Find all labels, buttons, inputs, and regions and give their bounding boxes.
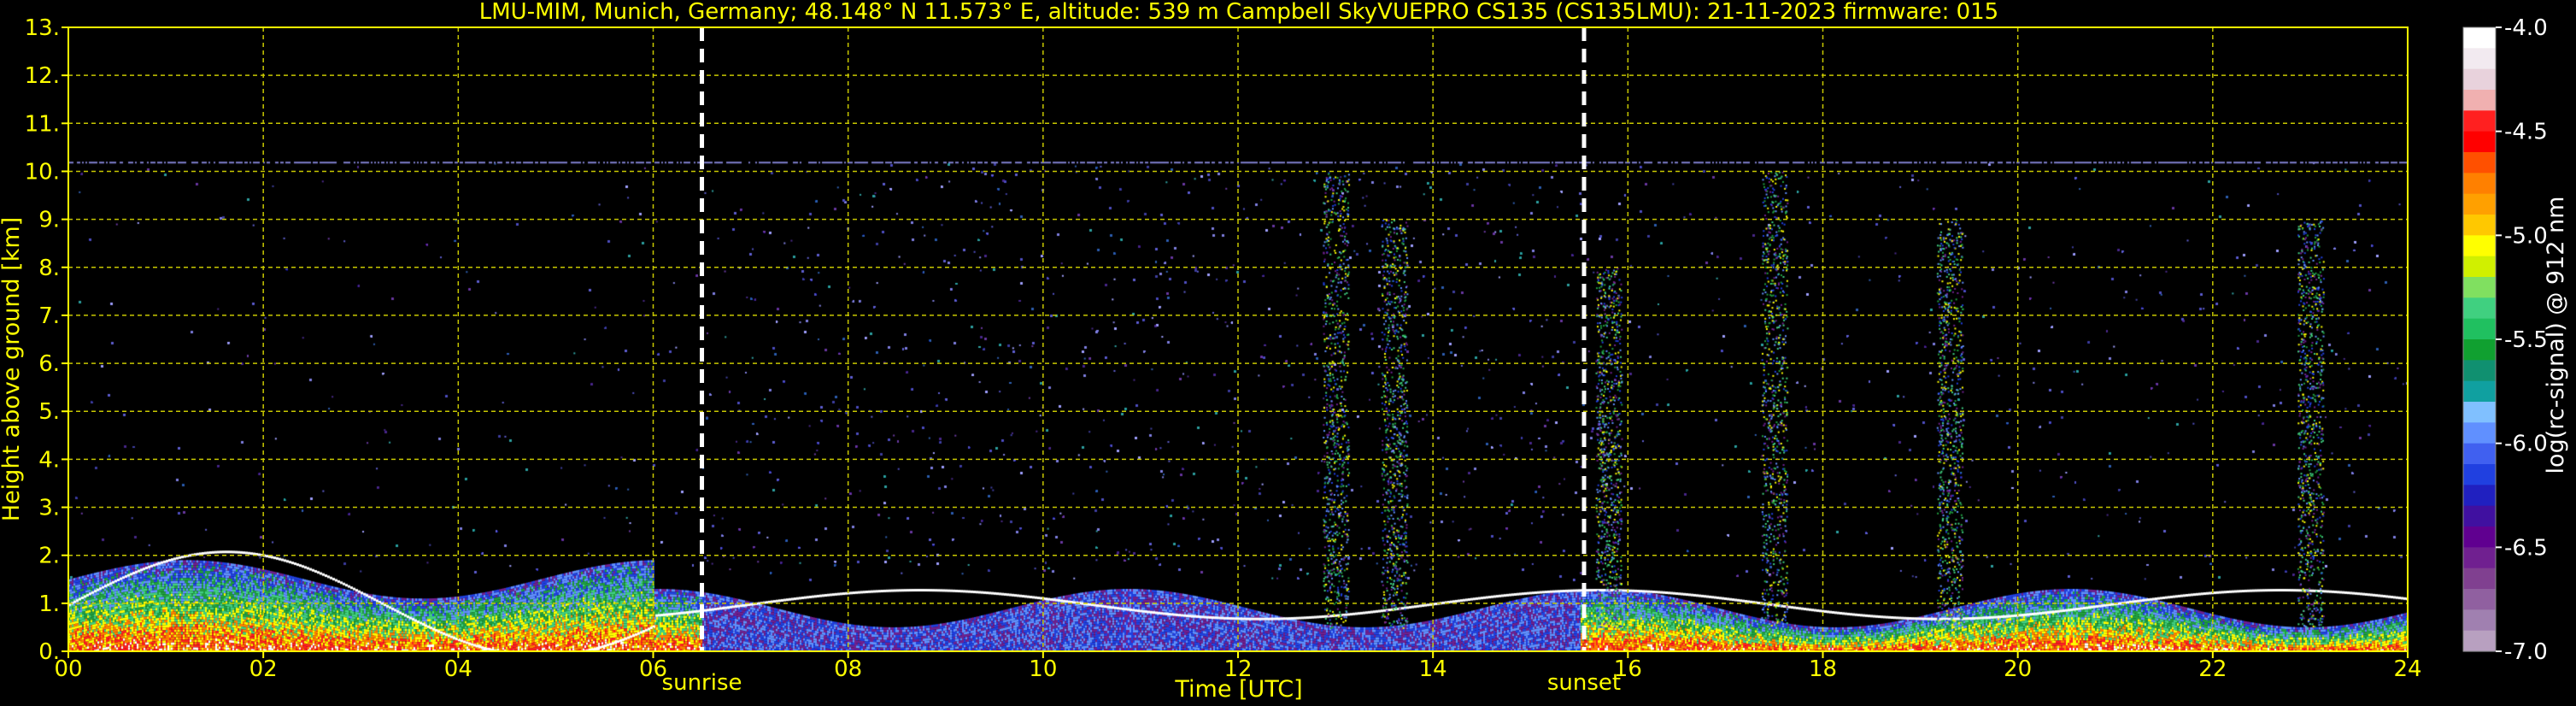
y-tick-label: 0.: [38, 639, 60, 665]
colorbar-segment: [2463, 360, 2496, 382]
colorbar-label: log(rc-signal) @ 912 nm: [2543, 197, 2569, 474]
y-axis-label: Height above ground [km]: [0, 217, 25, 521]
y-tick-label: 10.: [25, 159, 60, 185]
colorbar-segment: [2463, 131, 2496, 153]
x-tick-label: 16: [1614, 656, 1642, 682]
x-tick-label: 02: [249, 656, 278, 682]
y-tick-label: 9.: [38, 208, 60, 233]
colorbar-segment: [2463, 443, 2496, 465]
colorbar-segment: [2463, 27, 2496, 49]
x-tick-label: 06: [639, 656, 667, 682]
colorbar-segment: [2463, 110, 2496, 132]
colorbar-segment: [2463, 422, 2496, 444]
colorbar-segment: [2463, 630, 2496, 652]
colorbar-segment: [2463, 527, 2496, 548]
colorbar-segment: [2463, 215, 2496, 236]
colorbar-segment: [2463, 464, 2496, 485]
y-tick-label: 11.: [25, 111, 60, 137]
y-tick-label: 12.: [25, 63, 60, 89]
x-tick-label: 10: [1029, 656, 1057, 682]
colorbar-tick-label: -6.0: [2504, 432, 2548, 457]
colorbar-segment: [2463, 380, 2496, 403]
colorbar-segment: [2463, 339, 2496, 361]
x-tick-label: 18: [1809, 656, 1837, 682]
colorbar-segment: [2463, 235, 2496, 257]
colorbar-tick-label: -4.0: [2504, 15, 2548, 41]
colorbar-tick-label: -6.5: [2504, 535, 2548, 561]
colorbar-tick-label: -4.5: [2504, 120, 2548, 145]
colorbar-segment: [2463, 609, 2496, 632]
x-tick-label: 22: [2198, 656, 2227, 682]
colorbar-segment: [2463, 68, 2496, 91]
colorbar-segment: [2463, 193, 2496, 215]
colorbar-segment: [2463, 297, 2496, 320]
colorbar-segment: [2463, 256, 2496, 278]
x-tick-label: 04: [444, 656, 472, 682]
y-tick-label: 5.: [38, 399, 60, 425]
sunrise-label: sunrise: [662, 670, 742, 696]
x-tick-label: 24: [2393, 656, 2421, 682]
y-tick-label: 1.: [38, 591, 60, 617]
colorbar-segment: [2463, 173, 2496, 195]
ceilometer-chart: LMU-MIM, Munich, Germany; 48.148° N 11.5…: [0, 0, 2576, 706]
colorbar-segment: [2463, 589, 2496, 610]
sunset-label: sunset: [1547, 670, 1621, 696]
y-tick-label: 8.: [38, 256, 60, 281]
x-tick-label: 08: [834, 656, 862, 682]
y-tick-label: 13.: [25, 15, 60, 41]
x-tick-label: 20: [2004, 656, 2032, 682]
y-tick-label: 4.: [38, 447, 60, 473]
y-tick-label: 3.: [38, 496, 60, 521]
x-tick-label: 14: [1419, 656, 1447, 682]
y-tick-label: 6.: [38, 351, 60, 377]
colorbar-segment: [2463, 505, 2496, 527]
y-tick-label: 7.: [38, 303, 60, 329]
y-tick-label: 2.: [38, 544, 60, 569]
colorbar-segment: [2463, 402, 2496, 423]
colorbar-segment: [2463, 547, 2496, 569]
colorbar-tick-label: -7.0: [2504, 639, 2548, 665]
colorbar-segment: [2463, 485, 2496, 507]
colorbar-segment: [2463, 152, 2496, 174]
colorbar-tick-label: -5.5: [2504, 327, 2548, 353]
colorbar-segment: [2463, 318, 2496, 340]
colorbar-tick-label: -5.0: [2504, 223, 2548, 249]
chart-title: LMU-MIM, Munich, Germany; 48.148° N 11.5…: [479, 0, 1998, 25]
colorbar-segment: [2463, 568, 2496, 590]
colorbar-segment: [2463, 48, 2496, 70]
colorbar-segment: [2463, 277, 2496, 298]
colorbar-segment: [2463, 90, 2496, 111]
x-axis-label: Time [UTC]: [1174, 676, 1302, 703]
